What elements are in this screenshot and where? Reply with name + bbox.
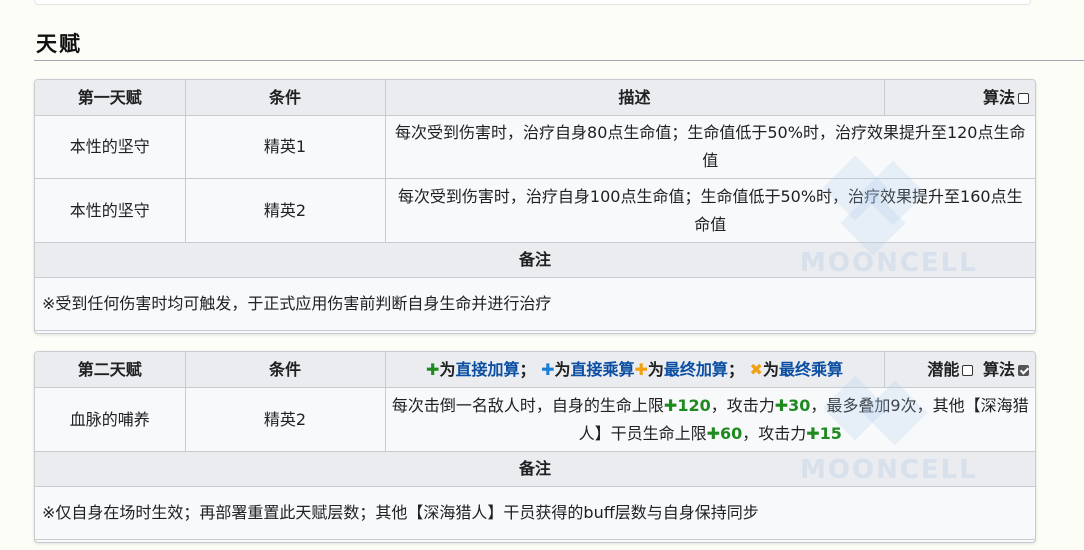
- talent2-header-condition: 条件: [184, 352, 386, 388]
- talent2-note: ※仅自身在场时生效；再部署重置此天赋层数；其他【深海猎人】干员获得的buff层数…: [35, 486, 1035, 540]
- talent2-header-name: 第二天赋: [35, 352, 186, 388]
- talent1-header-name: 第一天赋: [35, 80, 186, 116]
- talent1-header-condition: 条件: [184, 80, 386, 116]
- talent1-row1-description: 每次受到伤害时，治疗自身80点生命值；生命值低于50%时，治疗效果提升至120点…: [384, 115, 1035, 179]
- atk-bonus: ✚30: [774, 395, 811, 415]
- direct-add-link[interactable]: 直接加算: [455, 360, 519, 379]
- talent2-note-header: 备注: [35, 451, 1035, 487]
- formula-label: 算法: [982, 87, 1015, 107]
- talent2-table: 第二天赋 条件 ✚为直接加算； ✚为直接乘算✚为最终加算； ✖为最终乘算 潜能 …: [34, 351, 1036, 543]
- direct-add-icon: ✚: [426, 359, 440, 379]
- direct-mult-icon: ✚: [541, 359, 555, 379]
- formula-label: 算法: [982, 359, 1015, 379]
- talent1-note-header: 备注: [35, 242, 1035, 278]
- final-mult-icon: ✖: [749, 359, 763, 379]
- talent1-row2-name: 本性的坚守: [35, 178, 186, 243]
- top-strip: [34, 0, 1031, 5]
- formula-checkbox[interactable]: [1018, 92, 1029, 104]
- talent1-row2-condition: 精英2: [184, 178, 386, 243]
- talent1-header-formula: 算法: [883, 80, 1035, 116]
- legend-sep: ；: [519, 359, 536, 379]
- legend-sep: ；: [727, 359, 744, 379]
- legend-text: 为: [554, 359, 571, 379]
- talent2-row-description: 每次击倒一名敌人时，自身的生命上限✚120，攻击力✚30，最多叠加9次，其他【深…: [384, 387, 1035, 452]
- section-title: 天赋: [36, 31, 82, 56]
- talent2-row-name: 血脉的哺养: [35, 387, 186, 452]
- talent1-table: 第一天赋 条件 描述 算法 本性的坚守 精英1 每次受到伤害时，治疗自身80点生…: [34, 79, 1036, 334]
- potential-label: 潜能: [927, 359, 960, 379]
- desc-text: ，攻击力: [742, 423, 807, 443]
- final-mult-link[interactable]: 最终乘算: [779, 360, 843, 379]
- talent1-row1-name: 本性的坚守: [35, 115, 186, 179]
- talent2-row-condition: 精英2: [184, 387, 386, 452]
- potential-checkbox[interactable]: [962, 364, 974, 376]
- desc-text: ，攻击力: [710, 395, 775, 415]
- final-add-link[interactable]: 最终加算: [664, 360, 728, 379]
- talent2-header-legend: ✚为直接加算； ✚为直接乘算✚为最终加算； ✖为最终乘算: [384, 352, 885, 388]
- ally-hp-bonus: ✚60: [706, 423, 743, 443]
- ally-atk-bonus: ✚15: [806, 423, 842, 443]
- talent1-row1-condition: 精英1: [184, 115, 386, 179]
- talent1-row2-description: 每次受到伤害时，治疗自身100点生命值；生命值低于50%时，治疗效果提升至160…: [384, 178, 1035, 243]
- legend-text: 为: [762, 359, 779, 379]
- final-add-icon: ✚: [634, 359, 648, 379]
- legend-text: 为: [439, 359, 456, 379]
- section-divider: [34, 60, 1084, 61]
- direct-mult-link[interactable]: 直接乘算: [570, 360, 634, 379]
- talent2-header-toggles: 潜能 算法: [883, 352, 1035, 388]
- desc-text: 每次击倒一名敌人时，自身的生命上限: [391, 395, 664, 415]
- hp-bonus: ✚120: [663, 395, 711, 415]
- talent1-note: ※受到任何伤害时均可触发，于正式应用伤害前判断自身生命并进行治疗: [35, 277, 1035, 331]
- talent1-header-description: 描述: [384, 80, 885, 116]
- legend-text: 为: [647, 359, 664, 379]
- formula-checkbox[interactable]: [1018, 364, 1029, 376]
